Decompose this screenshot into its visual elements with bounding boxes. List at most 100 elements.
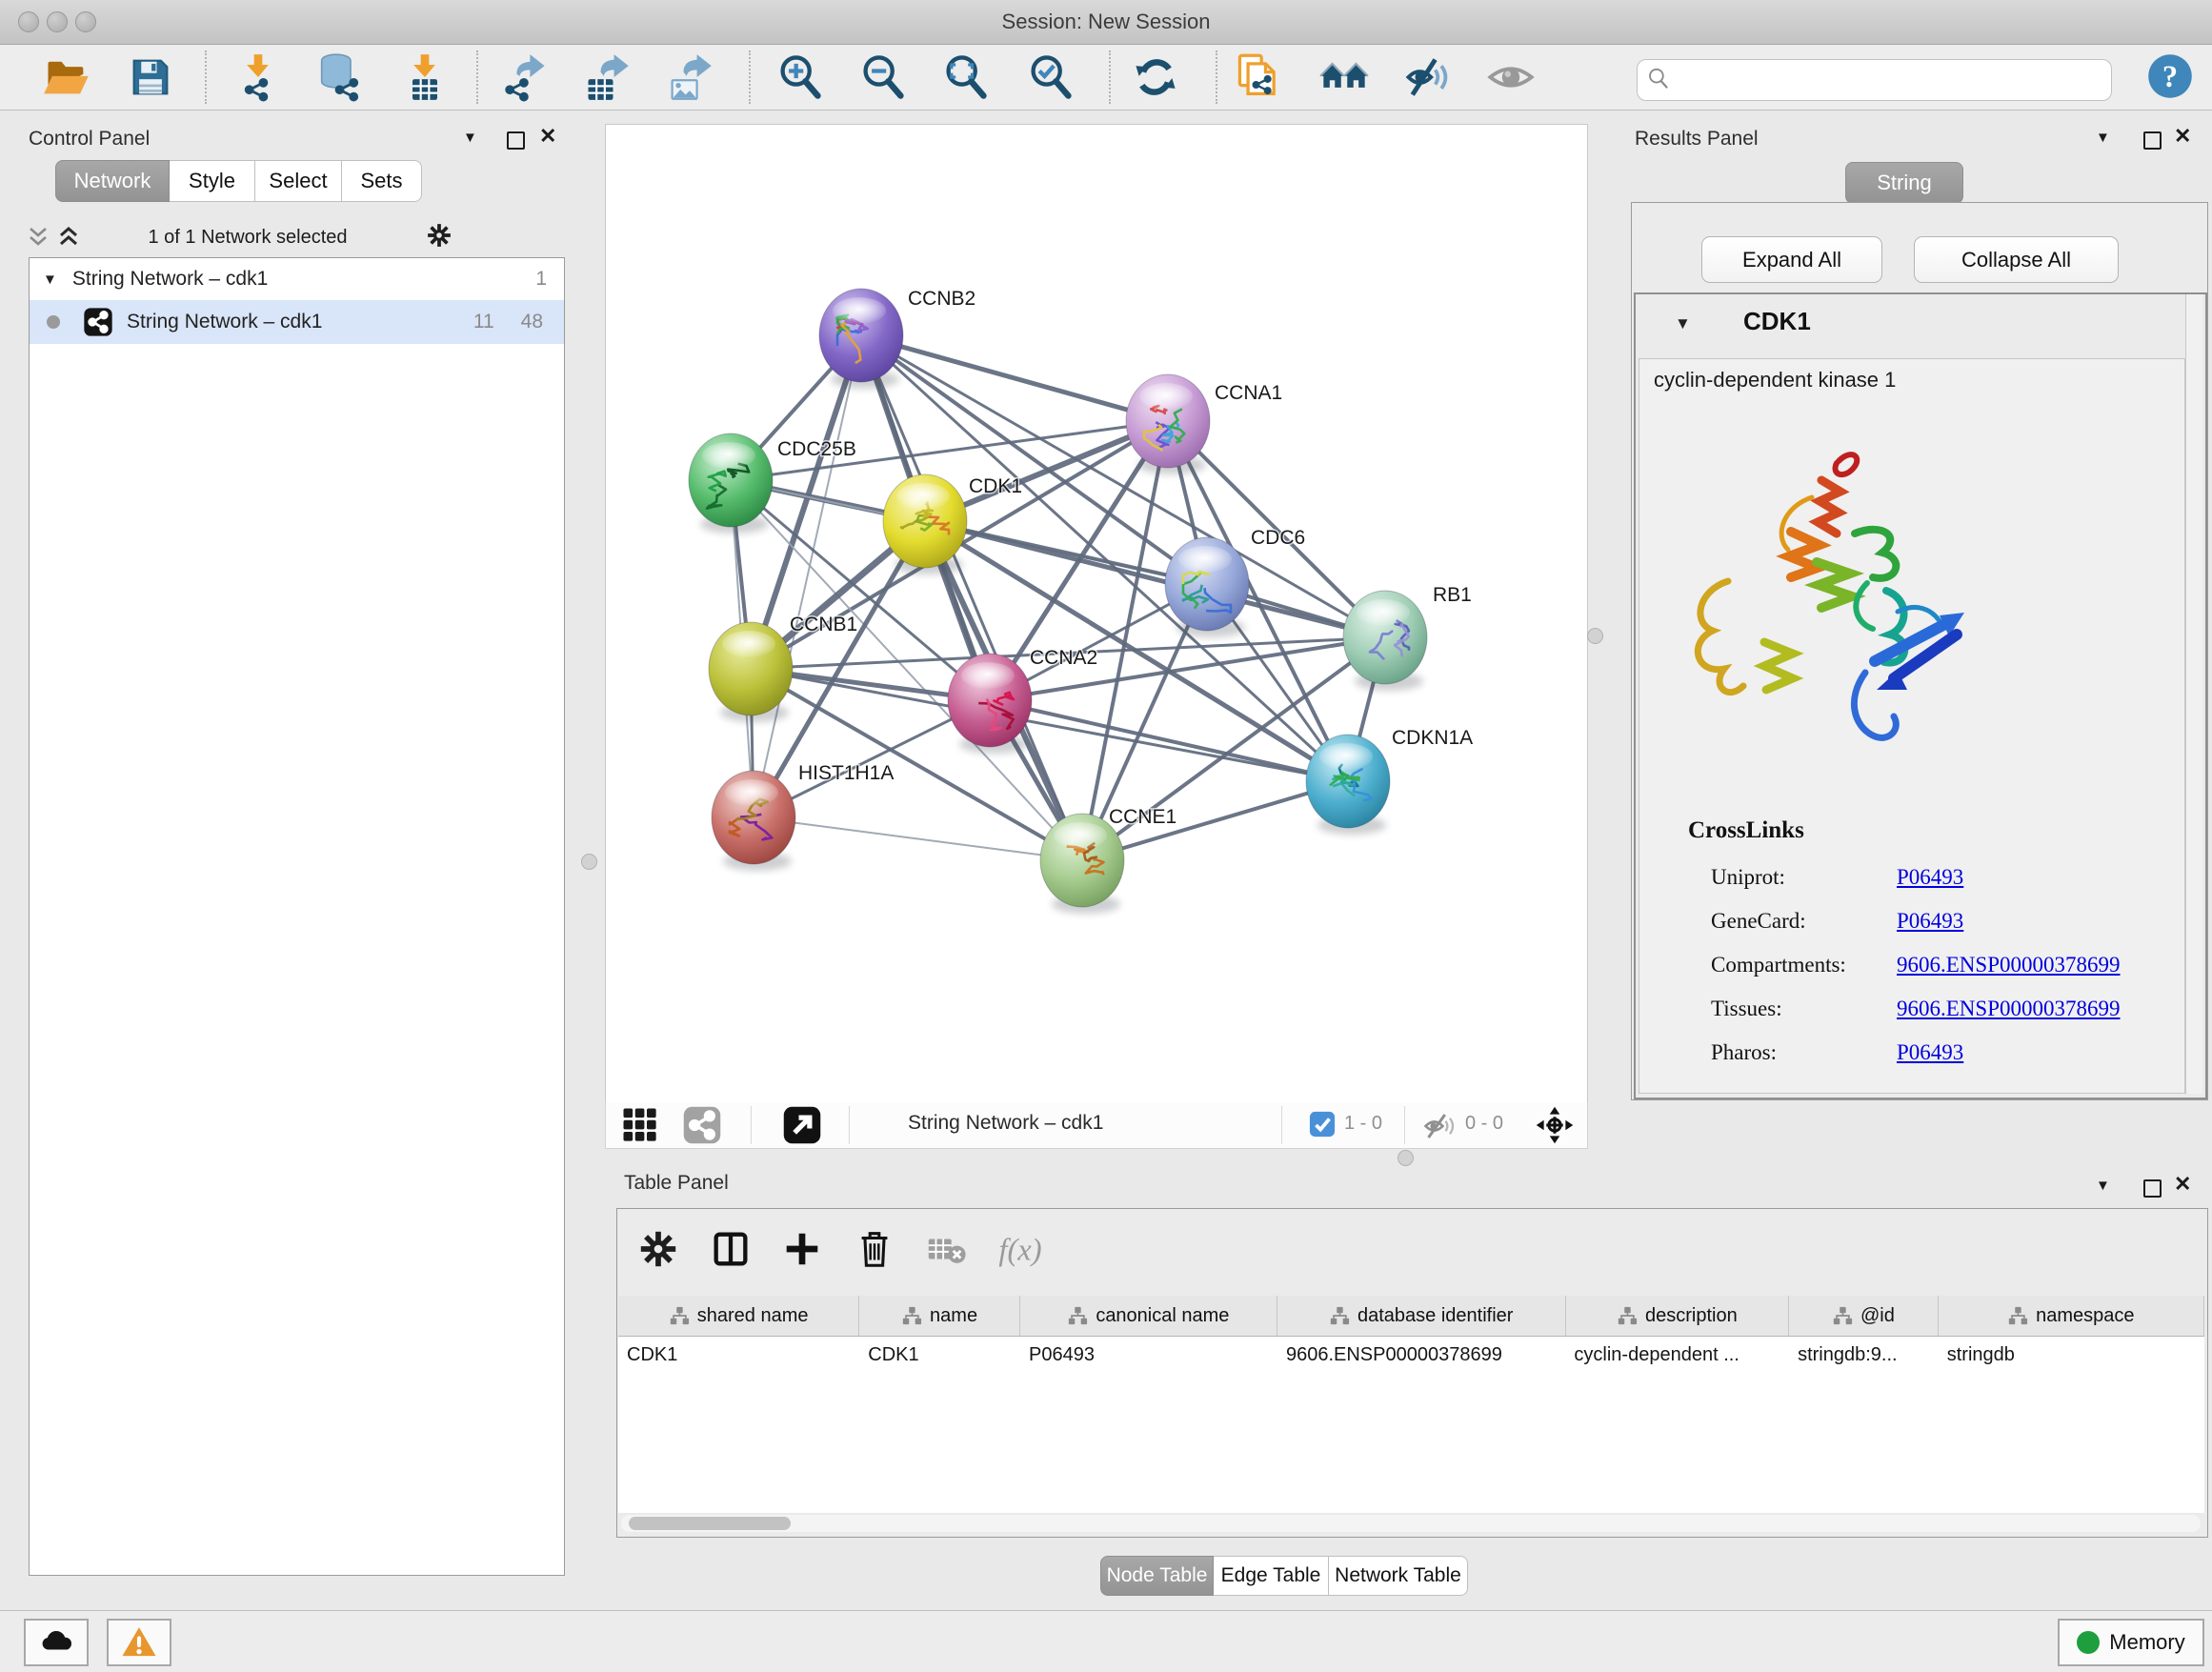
network-canvas[interactable]: CCNB2CCNA1CDC25BCDK1CDC6RB1CCNB1CCNA2CDK…	[605, 124, 1588, 1104]
network-node-CCNB2[interactable]	[819, 289, 903, 389]
import-network-file-icon[interactable]	[233, 52, 283, 102]
network-edge[interactable]	[754, 817, 1082, 860]
table-cell[interactable]: CDK1	[618, 1344, 859, 1366]
network-node-RB1[interactable]	[1343, 591, 1427, 691]
zoom-selected-icon[interactable]	[1026, 52, 1076, 102]
help-icon[interactable]: ?	[2145, 51, 2195, 101]
zoom-in-icon[interactable]	[775, 52, 825, 102]
table-horizontal-scrollbar[interactable]	[621, 1515, 2201, 1532]
collection-collapse-icon[interactable]: ▼	[43, 272, 57, 288]
right-splitter-handle[interactable]	[1587, 628, 1603, 644]
results-panel-menu-icon[interactable]: ▼	[2096, 130, 2110, 146]
open-in-window-icon[interactable]	[782, 1105, 822, 1145]
column-header-namespace[interactable]: namespace	[1939, 1296, 2204, 1336]
search-input[interactable]	[1674, 63, 2111, 97]
column-header-shared-name[interactable]: shared name	[618, 1296, 859, 1336]
tab-edge-table[interactable]: Edge Table	[1214, 1556, 1329, 1596]
results-panel-close-icon[interactable]: ✕	[2174, 124, 2191, 149]
network-options-gear-icon[interactable]	[425, 221, 453, 250]
search-box[interactable]	[1637, 59, 2112, 101]
table-cell[interactable]: P06493	[1020, 1344, 1277, 1366]
network-row-selected[interactable]: String Network – cdk1 11 48	[30, 300, 564, 344]
tab-sets[interactable]: Sets	[342, 160, 422, 202]
birdseye-grid-icon[interactable]	[620, 1105, 660, 1145]
network-node-CCNA2[interactable]	[948, 654, 1032, 754]
crosslink-link[interactable]: P06493	[1897, 865, 1963, 890]
node-table[interactable]: shared namenamecanonical namedatabase id…	[618, 1296, 2204, 1513]
expand-all-networks-icon[interactable]	[57, 225, 80, 248]
column-header--id[interactable]: @id	[1789, 1296, 1938, 1336]
export-table-icon[interactable]	[582, 52, 632, 102]
left-splitter-handle[interactable]	[581, 854, 597, 870]
table-options-gear-icon[interactable]	[636, 1227, 680, 1271]
expand-all-button[interactable]: Expand All	[1701, 236, 1882, 283]
crosslink-link[interactable]: P06493	[1897, 909, 1963, 934]
tab-style[interactable]: Style	[170, 160, 255, 202]
zoom-fit-icon[interactable]	[941, 52, 991, 102]
add-column-icon[interactable]	[780, 1227, 824, 1271]
tab-node-table[interactable]: Node Table	[1100, 1556, 1214, 1596]
copy-network-icon[interactable]	[1235, 52, 1284, 102]
network-node-CCNB1[interactable]	[709, 622, 793, 722]
fit-selected-crosshair-icon[interactable]	[1535, 1105, 1575, 1145]
control-panel-menu-icon[interactable]: ▼	[463, 130, 477, 146]
warning-button[interactable]	[107, 1619, 171, 1666]
column-header-database-identifier[interactable]: database identifier	[1277, 1296, 1566, 1336]
entry-collapse-icon[interactable]: ▼	[1675, 314, 1691, 333]
import-table-icon[interactable]	[400, 52, 450, 102]
export-network-icon[interactable]	[500, 52, 550, 102]
crosslink-link[interactable]: P06493	[1897, 1040, 1963, 1065]
results-scrollbar[interactable]	[2185, 294, 2202, 1094]
control-panel-close-icon[interactable]: ✕	[539, 124, 556, 149]
control-panel-float-icon[interactable]	[507, 131, 525, 154]
column-header-canonical-name[interactable]: canonical name	[1020, 1296, 1277, 1336]
entry-gene-name[interactable]: CDK1	[1743, 307, 1811, 336]
tab-select[interactable]: Select	[255, 160, 342, 202]
export-image-icon[interactable]	[665, 52, 714, 102]
results-panel-float-icon[interactable]	[2143, 131, 2162, 154]
crosslink-link[interactable]: 9606.ENSP00000378699	[1897, 997, 2121, 1021]
network-node-CDK1[interactable]	[883, 474, 967, 574]
column-header-name[interactable]: name	[859, 1296, 1020, 1336]
network-node-CDC6[interactable]	[1165, 537, 1249, 637]
hide-selected-icon[interactable]	[1403, 52, 1453, 102]
table-panel-float-icon[interactable]	[2143, 1179, 2162, 1202]
table-cell[interactable]: cyclin-dependent ...	[1565, 1344, 1789, 1366]
network-node-CDC25B[interactable]	[689, 433, 773, 534]
collapse-all-networks-icon[interactable]	[27, 225, 50, 248]
table-cell[interactable]: 9606.ENSP00000378699	[1277, 1344, 1565, 1366]
table-panel-menu-icon[interactable]: ▼	[2096, 1178, 2110, 1194]
cloud-button[interactable]	[24, 1619, 89, 1666]
network-node-CCNA1[interactable]	[1126, 374, 1210, 474]
network-collection-row[interactable]: ▼ String Network – cdk1 1	[30, 258, 564, 300]
table-cell[interactable]: stringdb:9...	[1789, 1344, 1939, 1366]
network-edge[interactable]	[925, 521, 1385, 637]
save-session-icon[interactable]	[126, 52, 175, 102]
network-node-CDKN1A[interactable]	[1306, 735, 1390, 835]
network-share-icon[interactable]	[682, 1105, 722, 1145]
table-cell[interactable]: CDK1	[859, 1344, 1020, 1366]
tab-string[interactable]: String	[1845, 162, 1963, 204]
open-session-icon[interactable]	[42, 52, 91, 102]
first-neighbors-icon[interactable]	[1319, 52, 1369, 102]
show-columns-icon[interactable]	[709, 1227, 753, 1271]
tab-network[interactable]: Network	[55, 160, 170, 202]
network-node-HIST1H1A[interactable]	[712, 771, 795, 871]
collapse-all-button[interactable]: Collapse All	[1914, 236, 2119, 283]
selected-checkbox-icon[interactable]	[1309, 1111, 1336, 1138]
import-network-database-icon[interactable]	[313, 52, 363, 102]
column-header-description[interactable]: description	[1566, 1296, 1790, 1336]
table-cell[interactable]: stringdb	[1939, 1344, 2204, 1366]
show-all-icon[interactable]	[1486, 52, 1536, 102]
horizontal-splitter-handle[interactable]	[1398, 1150, 1414, 1166]
memory-button[interactable]: Memory	[2058, 1619, 2204, 1666]
refresh-icon[interactable]	[1131, 52, 1180, 102]
tab-network-table[interactable]: Network Table	[1329, 1556, 1468, 1596]
network-node-CCNE1[interactable]	[1040, 814, 1124, 914]
table-row[interactable]: CDK1CDK1P064939606.ENSP00000378699cyclin…	[618, 1337, 2204, 1373]
protein-structure-image	[1669, 440, 1998, 759]
delete-column-trash-icon[interactable]	[853, 1227, 896, 1271]
zoom-out-icon[interactable]	[858, 52, 908, 102]
table-panel-close-icon[interactable]: ✕	[2174, 1172, 2191, 1197]
crosslink-link[interactable]: 9606.ENSP00000378699	[1897, 953, 2121, 977]
